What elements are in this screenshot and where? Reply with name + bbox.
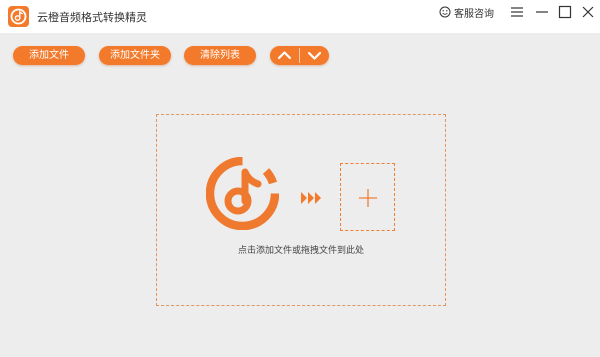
menu-icon[interactable] xyxy=(509,4,525,20)
add-folder-button[interactable]: 添加文件夹 xyxy=(99,46,171,65)
move-down-button[interactable] xyxy=(300,46,329,65)
app-title: 云橙音频格式转换精灵 xyxy=(37,11,147,24)
minimize-icon[interactable] xyxy=(534,4,550,20)
music-note-icon xyxy=(206,157,279,230)
plus-icon xyxy=(359,189,377,207)
customer-support-button[interactable]: 客服咨询 xyxy=(439,5,494,20)
title-bar: 云橙音频格式转换精灵 客服咨询 xyxy=(0,0,600,33)
clear-list-button[interactable]: 清除列表 xyxy=(184,46,256,65)
move-up-button[interactable] xyxy=(270,46,299,65)
drop-hint-text: 点击添加文件或拖拽文件到此处 xyxy=(237,246,364,256)
file-drop-zone[interactable] xyxy=(156,114,446,306)
triple-chevron-right-icon xyxy=(301,192,321,204)
chevron-up-icon xyxy=(277,51,292,60)
customer-support-label: 客服咨询 xyxy=(454,8,494,20)
chevron-down-icon xyxy=(307,51,322,60)
maximize-icon[interactable] xyxy=(557,4,573,20)
add-file-button[interactable]: 添加文件 xyxy=(13,46,85,65)
move-buttons-group xyxy=(270,46,329,65)
smiley-icon xyxy=(439,6,451,18)
add-file-box[interactable] xyxy=(340,163,395,231)
app-logo-icon xyxy=(8,6,29,27)
close-icon[interactable] xyxy=(580,4,596,20)
